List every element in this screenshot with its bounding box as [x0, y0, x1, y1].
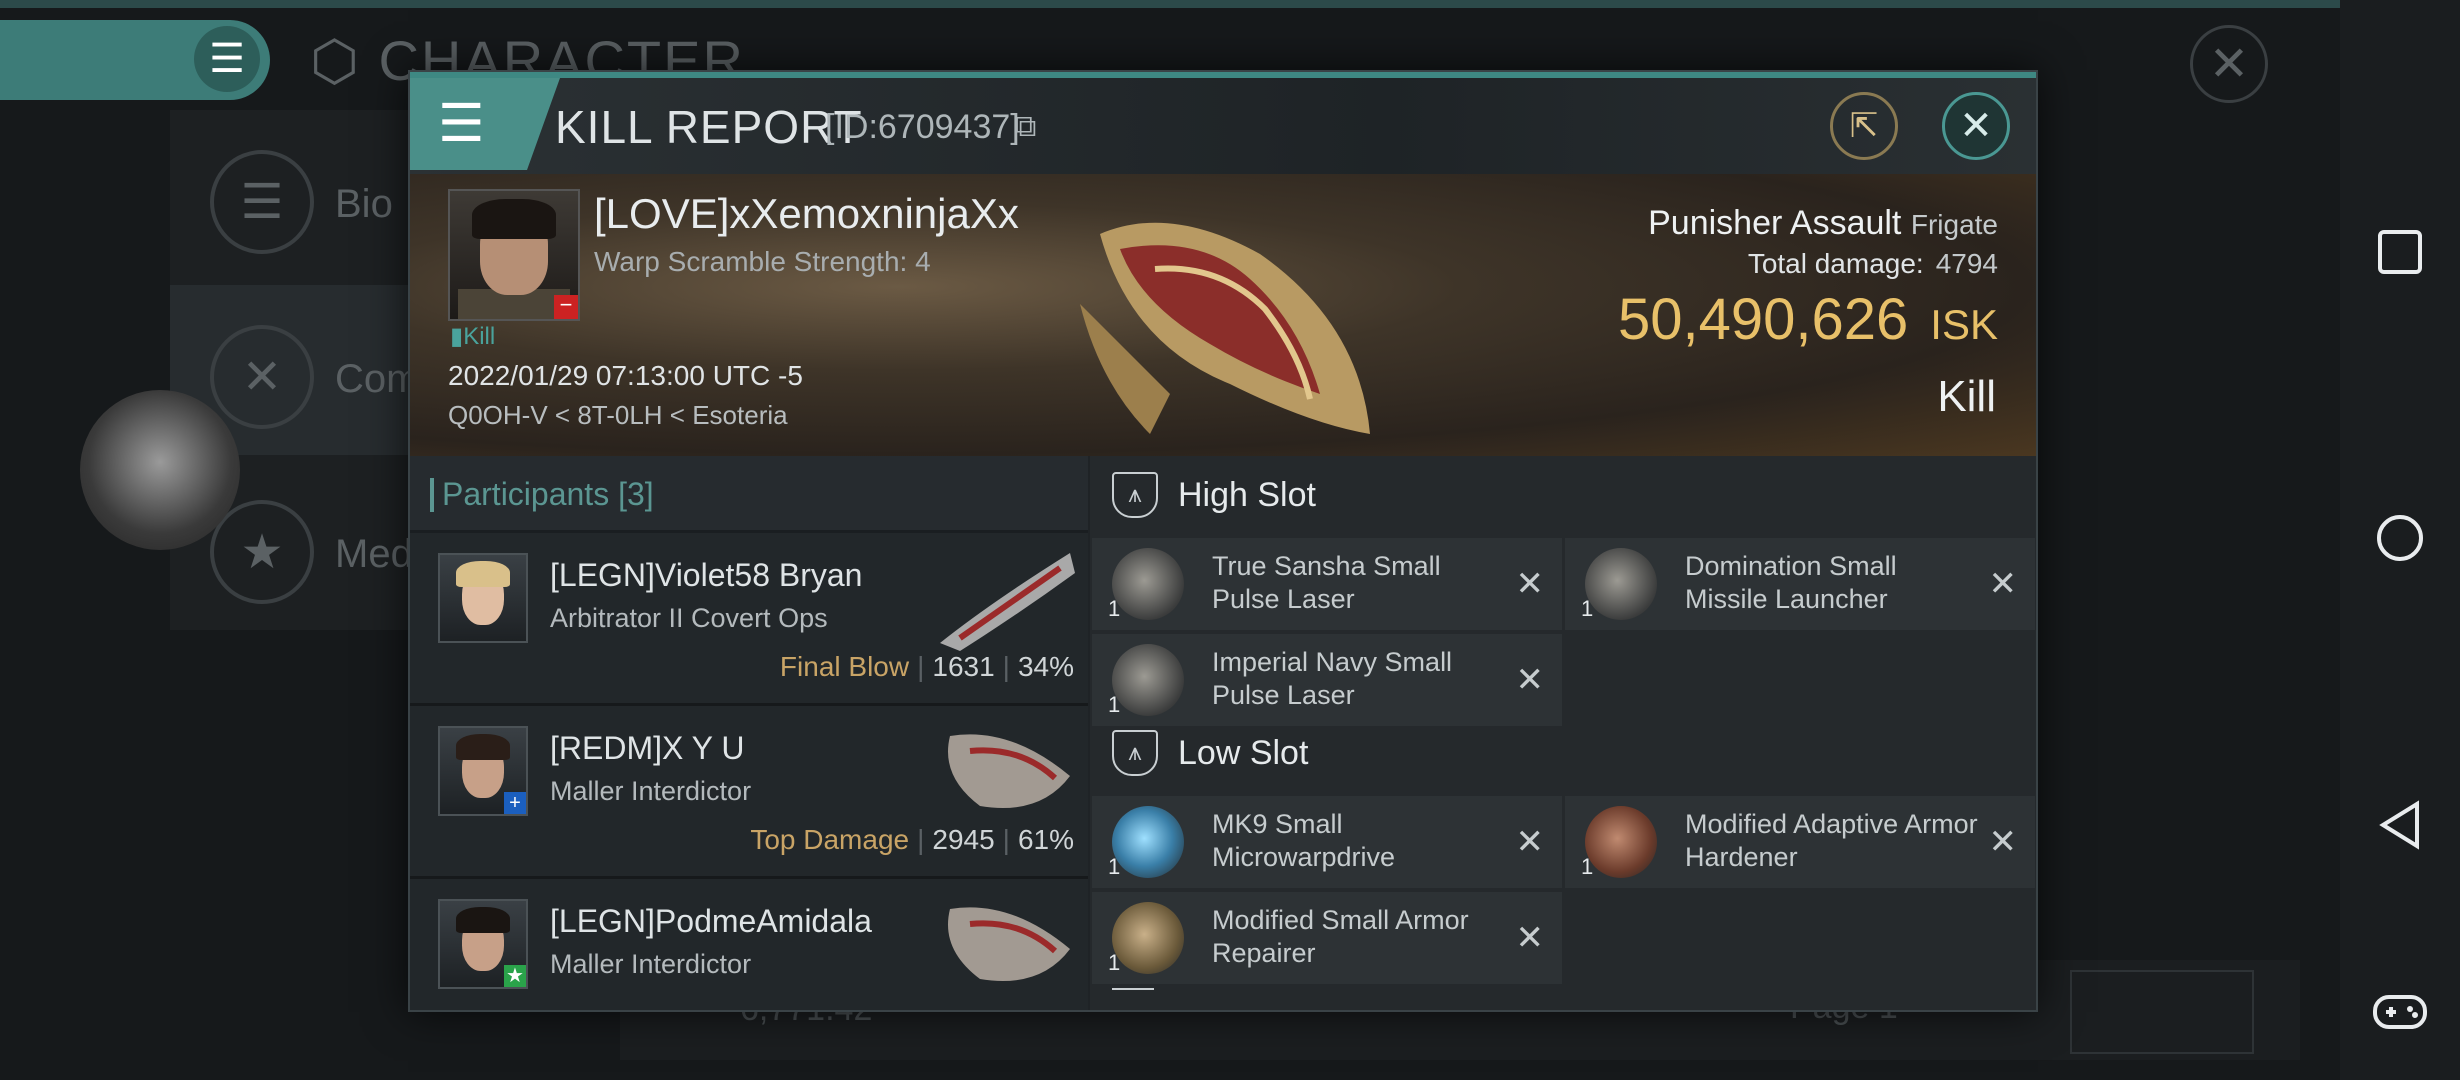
- participant-stats: Top Damage | 2945 | 61%: [750, 824, 1074, 855]
- recents-square-icon[interactable]: [2370, 222, 2430, 282]
- kill-location[interactable]: Q0OH-V < 8T-0LH < Esoteria: [448, 400, 788, 431]
- close-icon: ✕: [1959, 104, 1993, 148]
- isk-value: 50,490,626 ISK: [1618, 287, 1998, 352]
- participant-ship-image: [948, 734, 1070, 808]
- participant-row[interactable]: [LEGN]Violet58 Bryan Arbitrator II Cover…: [410, 533, 1088, 706]
- module-item[interactable]: 1 MK9 Small Microwarpdrive ✕: [1092, 796, 1562, 888]
- system-navigation-bar: [2340, 0, 2460, 1080]
- warp-scramble-strength: Warp Scramble Strength: 4: [594, 246, 931, 277]
- missile-launcher-icon: [1585, 548, 1657, 620]
- close-button[interactable]: ✕: [1942, 92, 2010, 160]
- star-badge-icon: ★: [504, 965, 526, 987]
- kill-report-dialog: ☰ KILL REPORT [ID:6709437] ⧉ ⇱ ✕ − [LOVE…: [408, 70, 2038, 1012]
- microwarpdrive-icon: [1112, 806, 1184, 878]
- participant-stats: Final Blow | 1631 | 34%: [779, 651, 1074, 682]
- pulse-laser-icon: [1112, 548, 1184, 620]
- fleet-badge-icon: +: [504, 792, 526, 814]
- close-icon[interactable]: ✕: [1989, 564, 2018, 604]
- player-avatar[interactable]: [80, 390, 240, 550]
- low-slot-icon: ⩚: [1112, 730, 1158, 776]
- participant-row[interactable]: + [REDM]X Y U Maller Interdictor Top Dam…: [410, 706, 1088, 879]
- top-accent-line: [0, 0, 2340, 8]
- list-icon: ☰: [210, 150, 314, 254]
- victim-portrait[interactable]: −: [448, 189, 580, 321]
- armor-repairer-icon: [1112, 902, 1184, 974]
- share-button[interactable]: ⇱: [1830, 92, 1898, 160]
- fitting-panel: ⩚ High Slot 1 True Sansha Small Pulse La…: [1090, 456, 2036, 1010]
- participant-row[interactable]: ★ [LEGN]PodmeAmidala Maller Interdictor: [410, 879, 1088, 1010]
- victim-banner: − [LOVE]xXemoxninjaXx Warp Scramble Stre…: [410, 174, 2036, 456]
- close-icon[interactable]: ✕: [1516, 660, 1545, 700]
- total-damage: Total damage: 4794: [1747, 248, 1998, 279]
- dialog-title: KILL REPORT: [555, 101, 863, 153]
- participants-header: Participants [3]: [410, 456, 1088, 530]
- close-icon[interactable]: ✕: [1516, 918, 1545, 958]
- copy-icon[interactable]: ⧉: [1015, 110, 1036, 144]
- module-item[interactable]: 1 Modified Adaptive Armor Hardener ✕: [1565, 796, 2035, 888]
- high-slot-header: ⩚ High Slot: [1090, 456, 2036, 530]
- share-icon: ⇱: [1849, 107, 1879, 145]
- kill-datetime: 2022/01/29 07:13:00 UTC -5: [448, 360, 803, 391]
- hostile-badge-icon: −: [554, 294, 578, 319]
- participant-avatar[interactable]: [438, 553, 528, 643]
- armor-hardener-icon: [1585, 806, 1657, 878]
- module-item[interactable]: 1 Domination Small Missile Launcher ✕: [1565, 538, 2035, 630]
- background-close-button[interactable]: ✕: [2190, 25, 2268, 103]
- back-triangle-icon[interactable]: [2370, 795, 2430, 855]
- close-icon[interactable]: ✕: [1516, 564, 1545, 604]
- victim-name[interactable]: [LOVE]xXemoxninjaXx: [594, 190, 1019, 238]
- kill-result: Kill: [1937, 372, 1996, 421]
- kill-id: [ID:6709437]: [825, 108, 1020, 146]
- pulse-laser-icon: [1112, 644, 1184, 716]
- home-circle-icon[interactable]: [2370, 508, 2430, 568]
- crossed-swords-icon: ✕: [210, 325, 314, 429]
- gamepad-icon[interactable]: [2370, 982, 2430, 1042]
- kill-tag: ▮Kill: [450, 323, 496, 350]
- filter-button[interactable]: [2070, 970, 2254, 1054]
- participant-ship-image: [948, 907, 1070, 981]
- low-slot-header: ⩚ Low Slot: [1090, 714, 2036, 788]
- close-icon[interactable]: ✕: [1989, 822, 2018, 862]
- menu-icon: ☰: [438, 95, 485, 153]
- participant-avatar[interactable]: +: [438, 726, 528, 816]
- menu-icon: ☰: [194, 26, 260, 92]
- participant-avatar[interactable]: ★: [438, 899, 528, 989]
- victim-ship-image[interactable]: [1060, 194, 1390, 454]
- character-icon: ⬡: [310, 29, 361, 92]
- victim-ship-name[interactable]: Punisher Assault Frigate: [1648, 204, 1998, 243]
- participants-panel: Participants [3] [LEGN]Violet58 Bryan Ar…: [410, 456, 1088, 1010]
- module-item[interactable]: 1 Imperial Navy Small Pulse Laser ✕: [1092, 634, 1562, 726]
- module-item[interactable]: 1 Modified Small Armor Repairer ✕: [1092, 892, 1562, 984]
- participant-ship-image: [940, 553, 1075, 651]
- mid-slot-icon: [1112, 988, 1154, 1010]
- module-item[interactable]: 1 True Sansha Small Pulse Laser ✕: [1092, 538, 1562, 630]
- high-slot-icon: ⩚: [1112, 472, 1158, 518]
- close-icon[interactable]: ✕: [1516, 822, 1545, 862]
- background-menu-button[interactable]: ☰: [0, 20, 270, 100]
